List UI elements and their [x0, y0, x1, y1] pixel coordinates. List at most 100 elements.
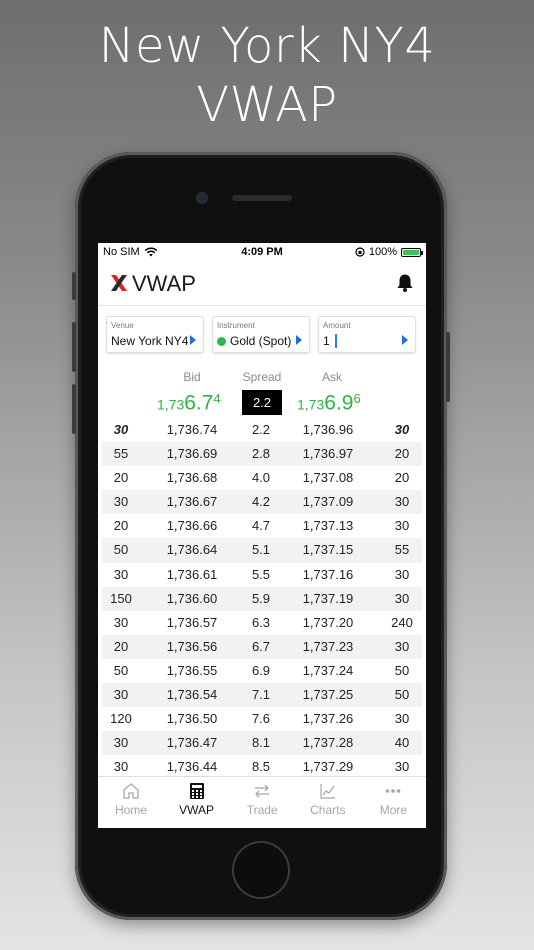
table-row[interactable]: 20 1,736.66 4.7 1,737.13 30: [102, 514, 422, 538]
tab-label: Charts: [310, 803, 346, 817]
bid-price-cell: 1,736.56: [166, 638, 218, 654]
front-camera: [196, 192, 208, 204]
best-ask-big-figure: 1,73: [297, 396, 325, 413]
column-headers: Bid Spread Ask: [98, 370, 426, 384]
amount-arrow-icon: [402, 335, 408, 345]
bid-price-cell: 1,736.50: [166, 711, 218, 727]
ask-price-cell: 1,737.19: [302, 590, 354, 606]
home-icon: [122, 782, 140, 800]
app-screen: No SIM 4:09 PM 100% VWAP Venue New York …: [98, 243, 426, 828]
bid-price-cell: 1,736.66: [166, 518, 218, 534]
bell-icon[interactable]: [396, 273, 414, 293]
instrument-selector[interactable]: Instrument Gold (Spot): [212, 316, 310, 353]
bid-price-cell: 1,736.60: [166, 590, 218, 606]
bid-size-cell: 120: [110, 711, 132, 727]
promo-headline-line1: New York NY4: [98, 18, 436, 74]
status-bar: No SIM 4:09 PM 100%: [98, 243, 426, 261]
battery-icon: [401, 247, 423, 257]
table-row[interactable]: 50 1,736.55 6.9 1,737.24 50: [102, 659, 422, 683]
best-spread: 2.2: [242, 390, 282, 415]
table-row[interactable]: 30 1,736.67 4.2 1,737.09 30: [102, 490, 422, 515]
ask-size-cell: 30: [394, 638, 410, 654]
spread-cell: 4.2: [251, 494, 271, 510]
spread-cell: 6.9: [251, 662, 271, 678]
ask-price-cell: 1,737.24: [302, 662, 354, 678]
ask-price-cell: 1,737.28: [302, 735, 354, 751]
spread-cell: 6.3: [251, 614, 271, 630]
table-row[interactable]: 20 1,736.68 4.0 1,737.08 20: [102, 466, 422, 490]
table-row[interactable]: 50 1,736.64 5.1 1,737.15 55: [102, 538, 422, 563]
tab-label: Trade: [246, 803, 278, 817]
spread-cell: 7.1: [251, 687, 271, 703]
more-icon: [384, 782, 402, 800]
tab-home[interactable]: Home: [98, 777, 164, 828]
amount-label: Amount: [323, 321, 351, 330]
ask-price-cell: 1,737.25: [302, 687, 354, 703]
ask-size-cell: 50: [394, 687, 410, 703]
calculator-icon: [188, 782, 206, 800]
bid-price-cell: 1,736.54: [166, 687, 218, 703]
best-ask-pips: 6.9: [324, 391, 354, 415]
home-button: [232, 841, 290, 899]
bid-size-cell: 150: [110, 590, 132, 606]
amount-value: 1: [323, 334, 330, 348]
best-bid-price[interactable]: 1,736.74: [157, 391, 221, 415]
ask-price-cell: 1,737.09: [302, 494, 354, 510]
battery-percent: 100%: [368, 246, 397, 258]
ask-price-cell: 1,737.26: [302, 711, 354, 727]
tab-label: Home: [114, 803, 147, 817]
mute-switch: [72, 272, 76, 300]
table-row[interactable]: 150 1,736.60 5.9 1,737.19 30: [102, 586, 422, 611]
tab-trade[interactable]: Trade: [229, 777, 295, 828]
app-header: VWAP: [98, 261, 426, 306]
table-row[interactable]: 30 1,736.61 5.5 1,737.16 30: [102, 563, 422, 587]
text-cursor: [334, 334, 337, 348]
bid-price-cell: 1,736.47: [166, 735, 218, 751]
ask-price-cell: 1,737.15: [302, 542, 354, 558]
best-ask-price[interactable]: 1,736.96: [297, 391, 361, 415]
chart-icon: [319, 782, 337, 800]
instrument-value: Gold (Spot): [230, 334, 292, 348]
venue-selector[interactable]: Venue New York NY4: [106, 316, 204, 353]
vwap-ladder: 30 1,736.74 2.2 1,736.96 30 55 1,736.69 2.8 1,73…: [102, 418, 422, 779]
ask-size-cell: 55: [394, 542, 410, 558]
spread-cell: 2.2: [251, 422, 271, 437]
bid-price-cell: 1,736.61: [166, 566, 218, 582]
bid-price-cell: 1,736.69: [166, 446, 218, 462]
ask-size-cell: 30: [394, 566, 410, 582]
ask-price-cell: 1,736.96: [302, 422, 354, 437]
spread-cell: 5.1: [251, 542, 271, 558]
spread-cell: 5.5: [251, 566, 271, 582]
bid-price-cell: 1,736.67: [166, 494, 218, 510]
best-bid-big-figure: 1,73: [157, 396, 185, 413]
table-row[interactable]: 55 1,736.69 2.8 1,736.97 20: [102, 442, 422, 467]
instrument-label: Instrument: [217, 321, 255, 330]
table-row[interactable]: 30 1,736.57 6.3 1,737.20 240: [102, 611, 422, 635]
tab-more[interactable]: More: [360, 777, 426, 828]
table-row[interactable]: 30 1,736.54 7.1 1,737.25 50: [102, 683, 422, 708]
table-row[interactable]: 20 1,736.56 6.7 1,737.23 30: [102, 634, 422, 659]
bid-size-cell: 30: [113, 687, 129, 703]
ask-size-cell: 30: [394, 590, 410, 606]
ask-size-cell: 20: [394, 446, 410, 462]
bid-size-cell: 20: [113, 518, 129, 534]
bid-size-cell: 50: [113, 542, 129, 558]
table-row[interactable]: 30 1,736.47 8.1 1,737.28 40: [102, 731, 422, 756]
table-row[interactable]: 30 1,736.74 2.2 1,736.96 30: [102, 418, 422, 442]
best-bid-pips: 6.7: [184, 391, 214, 415]
page-title: VWAP: [132, 271, 196, 296]
amount-field[interactable]: Amount 1: [318, 316, 416, 353]
spread-header: Spread: [242, 370, 282, 384]
instrument-status-dot: [217, 336, 226, 346]
tab-label: VWAP: [179, 803, 215, 817]
tab-charts[interactable]: Charts: [295, 777, 361, 828]
spread-cell: 7.6: [251, 711, 271, 727]
ask-price-cell: 1,736.97: [302, 446, 354, 462]
spread-cell: 6.7: [251, 638, 271, 654]
tab-vwap[interactable]: VWAP: [164, 777, 230, 828]
table-row[interactable]: 120 1,736.50 7.6 1,737.26 30: [102, 707, 422, 731]
bid-size-cell: 20: [113, 638, 129, 654]
selector-bar: Venue New York NY4 Instrument Gold (Spot…: [106, 316, 418, 354]
venue-arrow-icon: [190, 335, 196, 345]
ask-size-cell: 20: [394, 470, 410, 486]
